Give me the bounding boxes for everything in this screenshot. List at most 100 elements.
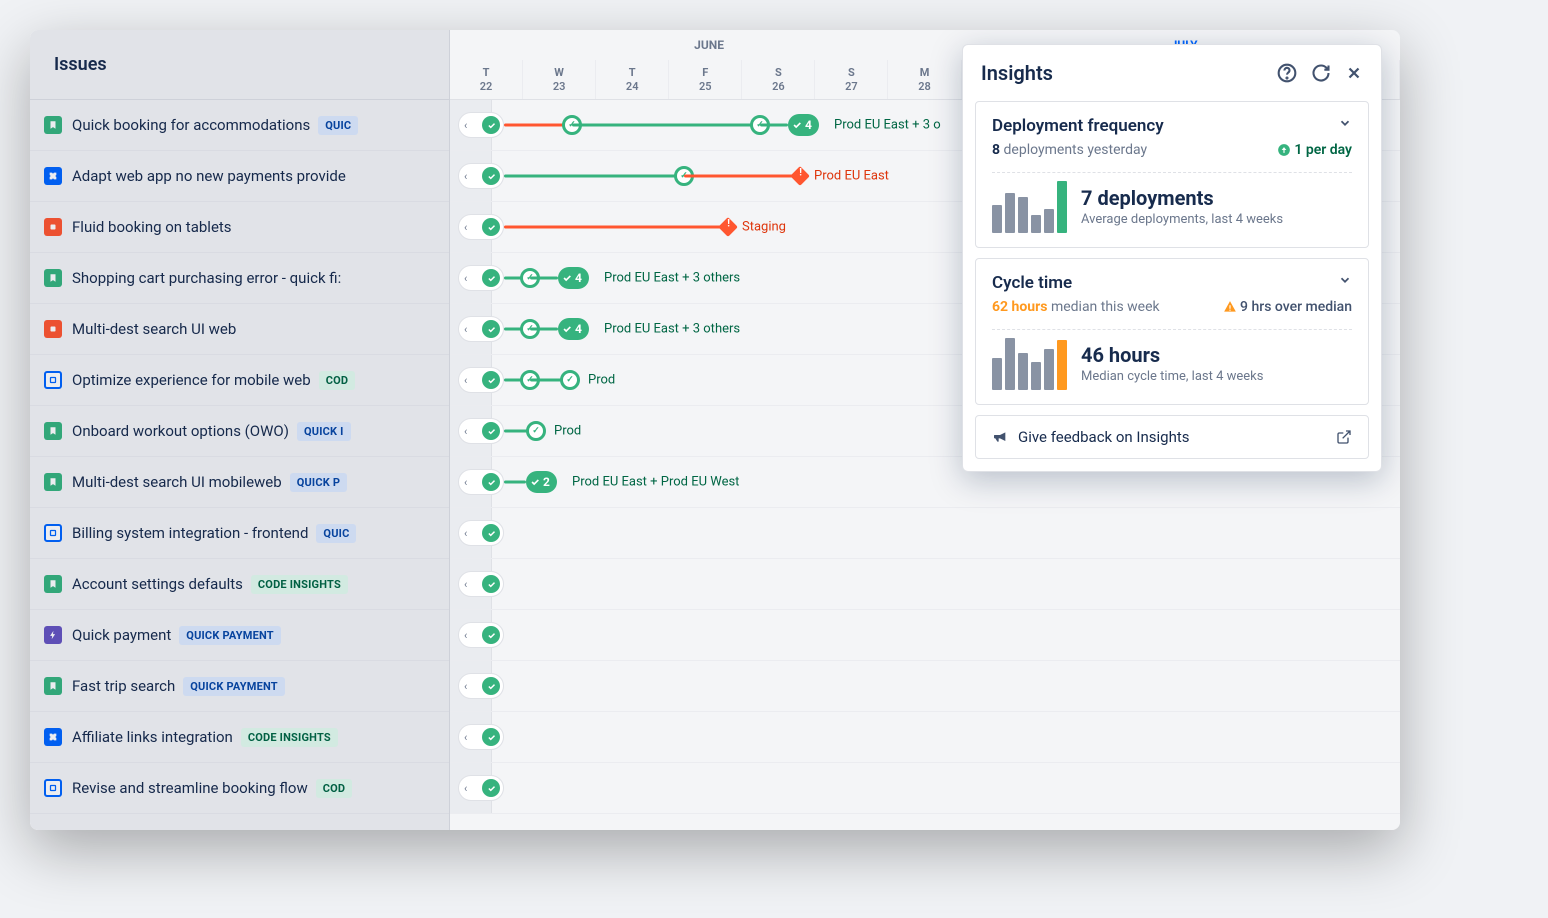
megaphone-icon [992, 429, 1008, 445]
epic-badge[interactable]: QUICK PAYMENT [183, 677, 285, 696]
deployment-dot[interactable] [526, 421, 546, 441]
check-icon [482, 320, 500, 338]
issue-row[interactable]: Revise and streamline booking flow COD [30, 763, 449, 814]
issue-title: Multi-dest search UI web [72, 320, 236, 338]
epic-badge[interactable]: COD [316, 779, 353, 798]
chevron-down-icon[interactable] [1338, 273, 1352, 287]
epic-badge[interactable]: QUICK I [297, 422, 351, 441]
issue-type-icon [44, 116, 62, 134]
expand-pill[interactable]: ‹ [458, 724, 504, 750]
deployment-count-pill[interactable]: 4 [558, 318, 589, 340]
expand-pill[interactable]: ‹ [458, 367, 504, 393]
timeline-connector [760, 124, 788, 127]
day-column[interactable]: F25 [669, 60, 742, 99]
day-column[interactable]: T24 [596, 60, 669, 99]
issue-title: Affiliate links integration [72, 728, 233, 746]
expand-pill[interactable]: ‹ [458, 469, 504, 495]
issue-row[interactable]: Quick booking for accommodations QUIC [30, 100, 449, 151]
chevron-left-icon: ‹ [462, 680, 469, 693]
expand-pill[interactable]: ‹ [458, 622, 504, 648]
issue-row[interactable]: Adapt web app no new payments provide [30, 151, 449, 202]
expand-pill[interactable]: ‹ [458, 112, 504, 138]
chevron-left-icon: ‹ [462, 323, 469, 336]
timeline-connector [530, 328, 558, 331]
check-icon [482, 167, 500, 185]
day-column[interactable]: S27 [815, 60, 888, 99]
failure-icon[interactable] [790, 166, 810, 186]
sparkline-bar [1005, 193, 1015, 233]
environment-label: Prod EU East + Prod EU West [572, 475, 739, 490]
deploy-metric: 7 deployments [1081, 186, 1352, 210]
issue-title: Account settings defaults [72, 575, 243, 593]
issue-row[interactable]: Optimize experience for mobile web COD [30, 355, 449, 406]
issue-title: Quick booking for accommodations [72, 116, 310, 134]
issue-type-icon [44, 728, 62, 746]
chevron-left-icon: ‹ [462, 221, 469, 234]
trend-up: 1 per day [1277, 142, 1352, 158]
chevron-left-icon: ‹ [462, 170, 469, 183]
epic-badge[interactable]: CODE INSIGHTS [241, 728, 338, 747]
expand-pill[interactable]: ‹ [458, 214, 504, 240]
issue-type-icon [44, 320, 62, 338]
expand-pill[interactable]: ‹ [458, 265, 504, 291]
epic-badge[interactable]: CODE INSIGHTS [251, 575, 348, 594]
expand-pill[interactable]: ‹ [458, 673, 504, 699]
issue-type-icon [44, 422, 62, 440]
deployment-dot[interactable] [560, 370, 580, 390]
deployment-count-pill[interactable]: 2 [526, 471, 557, 493]
refresh-icon[interactable] [1311, 63, 1331, 83]
deploy-metric-sub: Average deployments, last 4 weeks [1081, 212, 1352, 229]
chevron-left-icon: ‹ [462, 425, 469, 438]
epic-badge[interactable]: QUICK PAYMENT [179, 626, 281, 645]
epic-badge[interactable]: COD [319, 371, 356, 390]
issue-row[interactable]: Fluid booking on tablets [30, 202, 449, 253]
issue-row[interactable]: Quick payment QUICK PAYMENT [30, 610, 449, 661]
trend-warn: 9 hrs over median [1223, 299, 1352, 315]
day-column[interactable]: S26 [742, 60, 815, 99]
expand-pill[interactable]: ‹ [458, 775, 504, 801]
panel-actions [1277, 63, 1363, 83]
check-icon [482, 728, 500, 746]
issue-row[interactable]: Billing system integration - frontend QU… [30, 508, 449, 559]
cycle-time-card[interactable]: Cycle time 62 hours median this week 9 h… [975, 258, 1369, 405]
deployment-count-pill[interactable]: 4 [788, 114, 819, 136]
issues-header: Issues [30, 30, 449, 100]
issue-row[interactable]: Affiliate links integration CODE INSIGHT… [30, 712, 449, 763]
sparkline-bar [1018, 353, 1028, 390]
issue-row[interactable]: Onboard workout options (OWO) QUICK I [30, 406, 449, 457]
card-title: Deployment frequency [992, 116, 1164, 136]
expand-pill[interactable]: ‹ [458, 163, 504, 189]
issue-row[interactable]: Shopping cart purchasing error - quick f… [30, 253, 449, 304]
issue-type-icon [44, 677, 62, 695]
expand-pill[interactable]: ‹ [458, 316, 504, 342]
cycle-sparkline [992, 338, 1067, 390]
epic-badge[interactable]: QUIC [318, 116, 358, 135]
epic-badge[interactable]: QUIC [316, 524, 356, 543]
day-column[interactable]: T22 [450, 60, 523, 99]
chevron-down-icon[interactable] [1338, 116, 1352, 130]
expand-pill[interactable]: ‹ [458, 571, 504, 597]
card-title: Cycle time [992, 273, 1072, 293]
issue-row[interactable]: Multi-dest search UI mobileweb QUICK P [30, 457, 449, 508]
issue-title: Adapt web app no new payments provide [72, 167, 346, 185]
issue-type-icon [44, 167, 62, 185]
issue-row[interactable]: Multi-dest search UI web [30, 304, 449, 355]
expand-pill[interactable]: ‹ [458, 418, 504, 444]
expand-pill[interactable]: ‹ [458, 520, 504, 546]
day-column[interactable]: W23 [523, 60, 596, 99]
feedback-link[interactable]: Give feedback on Insights [975, 415, 1369, 459]
epic-badge[interactable]: QUICK P [290, 473, 347, 492]
close-icon[interactable] [1345, 64, 1363, 82]
deployment-frequency-card[interactable]: Deployment frequency 8 deployments yeste… [975, 101, 1369, 248]
help-icon[interactable] [1277, 63, 1297, 83]
environment-label: Prod [588, 373, 615, 388]
issue-title: Shopping cart purchasing error - quick f… [72, 269, 341, 287]
day-column[interactable]: M28 [888, 60, 961, 99]
timeline-row: ‹ [450, 661, 1400, 712]
deployment-count-pill[interactable]: 4 [558, 267, 589, 289]
failure-icon[interactable] [718, 217, 738, 237]
issue-row[interactable]: Fast trip search QUICK PAYMENT [30, 661, 449, 712]
timeline-row: ‹ [450, 559, 1400, 610]
issue-row[interactable]: Account settings defaults CODE INSIGHTS [30, 559, 449, 610]
chevron-left-icon: ‹ [462, 374, 469, 387]
